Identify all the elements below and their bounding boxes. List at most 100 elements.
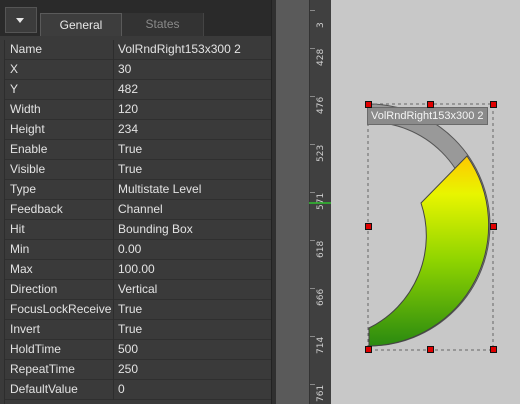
ruler-tick-label: 618 [316,240,326,258]
ruler-tick-mark [310,384,315,385]
property-row[interactable]: Feedback Channel [5,200,271,220]
property-name: Name [10,42,43,56]
property-name: Direction [10,282,58,296]
property-row[interactable]: HoldTime 500 [5,340,271,360]
property-row[interactable]: Width 120 [5,100,271,120]
column-divider [113,180,114,200]
property-value[interactable]: True [118,140,142,159]
column-divider [113,260,114,280]
property-row[interactable]: Direction Vertical [5,280,271,300]
property-row[interactable]: X 30 [5,60,271,80]
property-value[interactable]: Vertical [118,280,157,299]
property-value[interactable]: True [118,300,142,319]
column-divider [113,340,114,360]
property-name: HoldTime [10,342,61,356]
property-row[interactable]: Hit Bounding Box [5,220,271,240]
panel-menu-dropdown[interactable] [5,7,37,33]
property-name: Width [10,102,41,116]
property-value[interactable]: Channel [118,200,163,219]
column-divider [113,360,114,380]
resize-handle-top[interactable] [427,101,434,108]
ruler-tick-mark [310,48,315,49]
column-divider [113,240,114,260]
ruler-tick-label: 3 [316,22,326,28]
ruler-tick-mark [310,336,315,337]
properties-panel: General States Name VolRndRight153x300 2X… [0,0,271,404]
property-value[interactable]: 250 [118,360,138,379]
property-name: Feedback [10,202,63,216]
property-row[interactable]: Enable True [5,140,271,160]
ruler-tick-mark [310,144,315,145]
property-value[interactable]: 120 [118,100,138,119]
resize-handle-right[interactable] [490,223,497,230]
property-row[interactable]: RepeatTime 250 [5,360,271,380]
column-divider [113,40,114,60]
column-divider [113,120,114,140]
column-divider [113,140,114,160]
column-divider [113,100,114,120]
property-name: FocusLockReceive [10,302,112,316]
design-canvas[interactable] [331,0,520,404]
ruler-tick-label: 476 [316,96,326,114]
selected-object-label: VolRndRight153x300 2 [367,107,488,125]
property-name: Invert [10,322,41,336]
column-divider [113,220,114,240]
resize-handle-bottom-right[interactable] [490,346,497,353]
tab-states[interactable]: States [122,13,204,36]
property-value[interactable]: 30 [118,60,131,79]
property-row[interactable]: FocusLockReceive True [5,300,271,320]
property-name: Enable [10,142,48,156]
property-value[interactable]: 100.00 [118,260,155,279]
property-row[interactable]: Name VolRndRight153x300 2 [5,40,271,60]
property-name: Type [10,182,37,196]
ruler-tick-mark [310,96,315,97]
ruler-tick-label: 428 [316,48,326,66]
property-row[interactable]: Height 234 [5,120,271,140]
property-value[interactable]: Bounding Box [118,220,193,239]
chevron-down-icon [16,18,24,23]
tab-general[interactable]: General [40,13,122,36]
property-row[interactable]: Visible True [5,160,271,180]
ruler-tick-label: 761 [316,384,326,402]
property-value[interactable]: True [118,320,142,339]
property-row[interactable]: Type Multistate Level [5,180,271,200]
ruler-tick-mark [310,10,315,11]
property-row[interactable]: Min 0.00 [5,240,271,260]
resize-handle-top-left[interactable] [365,101,372,108]
column-divider [113,320,114,340]
property-name: Y [10,82,19,96]
column-divider [113,200,114,220]
property-row[interactable]: DefaultValue 0 [5,380,271,400]
column-divider [113,300,114,320]
canvas-margin [276,0,309,404]
property-row[interactable]: Max 100.00 [5,260,271,280]
tab-bar: General States [0,0,271,36]
property-value[interactable]: 0 [118,380,125,399]
property-row[interactable]: Y 482 [5,80,271,100]
property-value[interactable]: True [118,160,142,179]
property-name: Visible [10,162,46,176]
property-name: Min [10,242,30,256]
property-value[interactable]: VolRndRight153x300 2 [118,40,241,59]
property-name: DefaultValue [10,382,78,396]
property-name: Height [10,122,45,136]
property-grid: Name VolRndRight153x300 2 X 30 Y 482 Width 120 H… [4,40,271,404]
ruler-tick-mark [310,192,315,193]
property-value[interactable]: 500 [118,340,138,359]
property-value[interactable]: 0.00 [118,240,141,259]
resize-handle-bottom[interactable] [427,346,434,353]
resize-handle-left[interactable] [365,223,372,230]
property-name: RepeatTime [10,362,75,376]
property-value[interactable]: 482 [118,80,138,99]
ruler-tick-mark [310,288,315,289]
resize-handle-top-right[interactable] [490,101,497,108]
column-divider [113,160,114,180]
vertical-ruler: 3 428 476 523 571 618 666 714 761 [309,0,333,404]
column-divider [113,60,114,80]
property-value[interactable]: 234 [118,120,138,139]
resize-handle-bottom-left[interactable] [365,346,372,353]
property-value[interactable]: Multistate Level [118,180,201,199]
property-name: Hit [10,222,25,236]
property-name: X [10,62,19,76]
property-row[interactable]: Invert True [5,320,271,340]
